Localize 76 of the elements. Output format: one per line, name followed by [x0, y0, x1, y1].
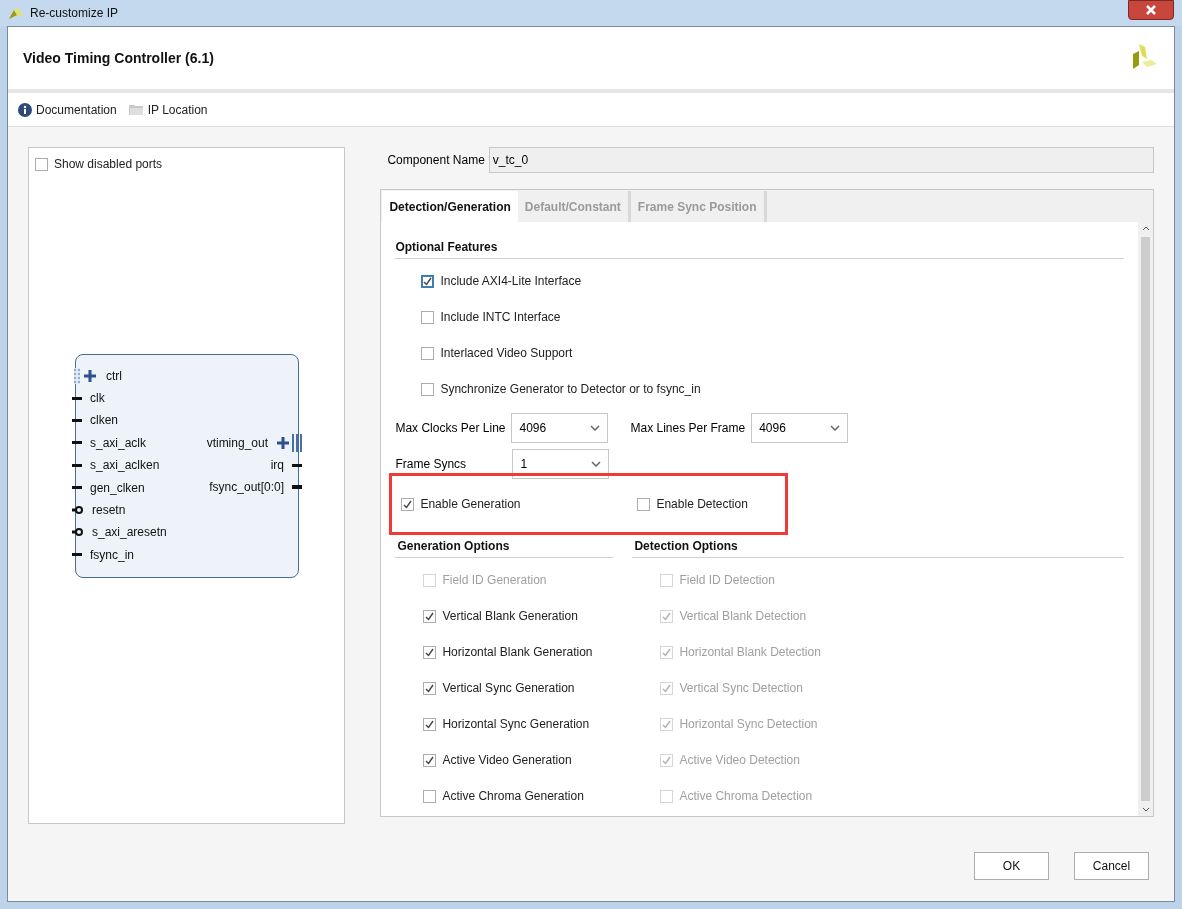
dropdown[interactable]: 4096 — [511, 413, 609, 443]
checkbox-label: Enable Detection — [656, 496, 748, 513]
port-label: resetn — [92, 502, 126, 520]
checkbox-label: Active Video Generation — [442, 752, 572, 769]
port-label: s_axi_aresetn — [92, 524, 167, 542]
checkbox-label: Horizontal Sync Generation — [442, 716, 590, 733]
toolbar-link[interactable]: IP Location — [128, 100, 208, 119]
checkbox-label: Field ID Generation — [442, 572, 547, 589]
chevron-down-icon — [590, 425, 601, 431]
reset-pin-icon — [72, 527, 84, 538]
checkbox[interactable] — [421, 382, 435, 396]
checkbox[interactable] — [421, 346, 435, 360]
checkbox-label: Field ID Detection — [679, 572, 775, 589]
tab[interactable]: Detection/Generation — [382, 191, 518, 222]
port-label: gen_clken — [90, 479, 145, 497]
checkbox-label: Horizontal Sync Detection — [679, 716, 818, 733]
port-label: s_axi_aclk — [90, 434, 147, 452]
close-button[interactable] — [1128, 0, 1174, 20]
checkbox-label: Vertical Sync Generation — [442, 680, 575, 697]
folder-icon — [128, 103, 144, 116]
chevron-down-icon — [591, 461, 602, 467]
checkbox[interactable] — [423, 609, 437, 623]
checkbox-label: Horizontal Blank Generation — [442, 644, 593, 661]
close-icon — [1145, 5, 1157, 15]
field-label: Max Lines Per Frame — [630, 420, 746, 437]
scroll-up-icon — [1141, 226, 1150, 231]
checkbox-label: Include AXI4-Lite Interface — [440, 273, 582, 290]
section-heading: Generation Options — [395, 537, 614, 558]
checkbox-label: Synchronize Generator to Detector or to fsync_in — [440, 381, 701, 398]
port-label: fsync_in — [90, 546, 135, 564]
section-heading: Detection Options — [632, 537, 1124, 558]
port-label: fsync_out[0:0] — [209, 479, 284, 497]
checkbox[interactable] — [423, 681, 437, 695]
logo-icon — [8, 6, 24, 20]
checkbox-label: Active Chroma Generation — [442, 788, 584, 805]
checkbox-label: Active Chroma Detection — [679, 788, 813, 805]
checkbox-label: Enable Generation — [420, 496, 521, 513]
port-label: irq — [270, 457, 284, 475]
chevron-down-icon — [830, 425, 841, 431]
component-name-field[interactable]: v_tc_0 — [488, 147, 1154, 173]
checkbox[interactable] — [423, 789, 437, 803]
checkbox-label: Interlaced Video Support — [440, 345, 573, 362]
checkbox[interactable] — [421, 310, 435, 324]
dialog-title: Video Timing Controller (6.1) — [23, 48, 214, 68]
checkbox[interactable] — [421, 274, 435, 288]
checkbox-label: Active Video Detection — [679, 752, 800, 769]
checkbox-label: Include INTC Interface — [440, 309, 561, 326]
field-label: Component Name — [387, 152, 485, 169]
port-label: s_axi_aclken — [90, 457, 160, 475]
port-label: clk — [90, 390, 105, 408]
dialog-button[interactable]: Cancel — [1074, 852, 1149, 880]
window-title: Re-customize IP — [30, 5, 119, 22]
field-label: Max Clocks Per Line — [395, 420, 506, 437]
info-icon — [18, 102, 32, 117]
checkbox-label: Horizontal Blank Detection — [679, 644, 821, 661]
checkbox-label: Vertical Blank Detection — [679, 608, 807, 625]
checkbox[interactable] — [423, 717, 437, 731]
port-label: clken — [90, 412, 118, 430]
checkbox[interactable] — [401, 497, 415, 511]
scroll-down-icon — [1141, 807, 1150, 812]
port-label: vtiming_out — [206, 434, 268, 452]
section-heading: Optional Features — [395, 238, 1124, 259]
dropdown[interactable]: 4096 — [751, 413, 849, 443]
checkbox-label: Show disabled ports — [54, 156, 163, 173]
scrollbar[interactable] — [1138, 222, 1153, 816]
checkbox-label: Vertical Sync Detection — [679, 680, 803, 697]
port-label: ctrl — [106, 367, 122, 385]
checkbox[interactable] — [637, 497, 651, 511]
field-label: Frame Syncs — [395, 456, 468, 473]
checkbox[interactable] — [35, 157, 48, 171]
checkbox[interactable] — [423, 753, 437, 767]
toolbar-link[interactable]: Documentation — [18, 100, 117, 119]
dialog-button[interactable]: OK — [974, 852, 1049, 880]
checkbox-label: Vertical Blank Generation — [442, 608, 578, 625]
checkbox[interactable] — [423, 645, 437, 659]
reset-pin-icon — [72, 505, 84, 516]
